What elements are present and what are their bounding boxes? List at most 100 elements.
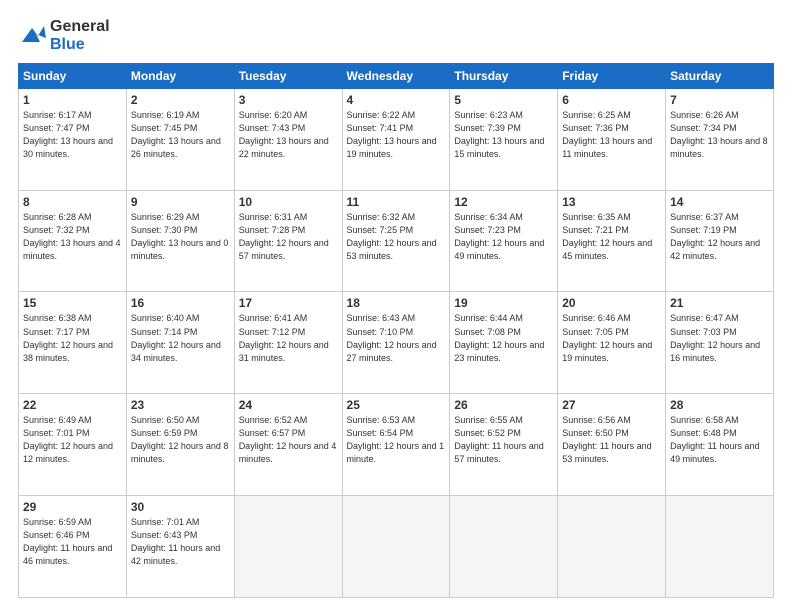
day-number: 28 <box>670 398 769 412</box>
day-number: 4 <box>347 93 446 107</box>
calendar-cell-22: 22 Sunrise: 6:49 AMSunset: 7:01 PMDaylig… <box>19 394 127 496</box>
calendar-cell-21: 21 Sunrise: 6:47 AMSunset: 7:03 PMDaylig… <box>666 292 774 394</box>
day-number: 29 <box>23 500 122 514</box>
cell-details: Sunrise: 6:22 AMSunset: 7:41 PMDaylight:… <box>347 110 437 159</box>
cell-details: Sunrise: 6:28 AMSunset: 7:32 PMDaylight:… <box>23 212 121 261</box>
header-monday: Monday <box>126 63 234 88</box>
day-number: 14 <box>670 195 769 209</box>
calendar-cell-23: 23 Sunrise: 6:50 AMSunset: 6:59 PMDaylig… <box>126 394 234 496</box>
calendar-cell-29: 29 Sunrise: 6:59 AMSunset: 6:46 PMDaylig… <box>19 496 127 598</box>
day-number: 19 <box>454 296 553 310</box>
header: General Blue <box>18 14 774 55</box>
day-number: 7 <box>670 93 769 107</box>
cell-details: Sunrise: 6:26 AMSunset: 7:34 PMDaylight:… <box>670 110 768 159</box>
day-number: 21 <box>670 296 769 310</box>
cell-details: Sunrise: 6:37 AMSunset: 7:19 PMDaylight:… <box>670 212 760 261</box>
day-number: 23 <box>131 398 230 412</box>
logo-text: General Blue <box>50 18 110 55</box>
day-number: 27 <box>562 398 661 412</box>
cell-details: Sunrise: 6:50 AMSunset: 6:59 PMDaylight:… <box>131 415 229 464</box>
empty-cell <box>558 496 666 598</box>
cell-details: Sunrise: 6:34 AMSunset: 7:23 PMDaylight:… <box>454 212 544 261</box>
cell-details: Sunrise: 6:38 AMSunset: 7:17 PMDaylight:… <box>23 313 113 362</box>
calendar-cell-27: 27 Sunrise: 6:56 AMSunset: 6:50 PMDaylig… <box>558 394 666 496</box>
day-number: 22 <box>23 398 122 412</box>
logo: General Blue <box>18 18 110 55</box>
calendar-cell-19: 19 Sunrise: 6:44 AMSunset: 7:08 PMDaylig… <box>450 292 558 394</box>
day-number: 9 <box>131 195 230 209</box>
calendar-cell-18: 18 Sunrise: 6:43 AMSunset: 7:10 PMDaylig… <box>342 292 450 394</box>
header-sunday: Sunday <box>19 63 127 88</box>
calendar-cell-30: 30 Sunrise: 7:01 AMSunset: 6:43 PMDaylig… <box>126 496 234 598</box>
cell-details: Sunrise: 6:31 AMSunset: 7:28 PMDaylight:… <box>239 212 329 261</box>
calendar-cell-26: 26 Sunrise: 6:55 AMSunset: 6:52 PMDaylig… <box>450 394 558 496</box>
weekday-header-row: Sunday Monday Tuesday Wednesday Thursday… <box>19 63 774 88</box>
cell-details: Sunrise: 6:29 AMSunset: 7:30 PMDaylight:… <box>131 212 229 261</box>
week-row-5: 29 Sunrise: 6:59 AMSunset: 6:46 PMDaylig… <box>19 496 774 598</box>
cell-details: Sunrise: 6:49 AMSunset: 7:01 PMDaylight:… <box>23 415 113 464</box>
calendar-cell-16: 16 Sunrise: 6:40 AMSunset: 7:14 PMDaylig… <box>126 292 234 394</box>
day-number: 3 <box>239 93 338 107</box>
cell-details: Sunrise: 7:01 AMSunset: 6:43 PMDaylight:… <box>131 517 220 566</box>
day-number: 17 <box>239 296 338 310</box>
cell-details: Sunrise: 6:19 AMSunset: 7:45 PMDaylight:… <box>131 110 221 159</box>
day-number: 18 <box>347 296 446 310</box>
calendar-cell-24: 24 Sunrise: 6:52 AMSunset: 6:57 PMDaylig… <box>234 394 342 496</box>
cell-details: Sunrise: 6:32 AMSunset: 7:25 PMDaylight:… <box>347 212 437 261</box>
cell-details: Sunrise: 6:55 AMSunset: 6:52 PMDaylight:… <box>454 415 543 464</box>
day-number: 30 <box>131 500 230 514</box>
cell-details: Sunrise: 6:46 AMSunset: 7:05 PMDaylight:… <box>562 313 652 362</box>
empty-cell <box>450 496 558 598</box>
day-number: 15 <box>23 296 122 310</box>
calendar-cell-15: 15 Sunrise: 6:38 AMSunset: 7:17 PMDaylig… <box>19 292 127 394</box>
day-number: 1 <box>23 93 122 107</box>
day-number: 8 <box>23 195 122 209</box>
calendar-cell-14: 14 Sunrise: 6:37 AMSunset: 7:19 PMDaylig… <box>666 190 774 292</box>
calendar-cell-8: 8 Sunrise: 6:28 AMSunset: 7:32 PMDayligh… <box>19 190 127 292</box>
calendar-cell-5: 5 Sunrise: 6:23 AMSunset: 7:39 PMDayligh… <box>450 88 558 190</box>
cell-details: Sunrise: 6:47 AMSunset: 7:03 PMDaylight:… <box>670 313 760 362</box>
day-number: 12 <box>454 195 553 209</box>
calendar-cell-17: 17 Sunrise: 6:41 AMSunset: 7:12 PMDaylig… <box>234 292 342 394</box>
day-number: 16 <box>131 296 230 310</box>
cell-details: Sunrise: 6:23 AMSunset: 7:39 PMDaylight:… <box>454 110 544 159</box>
calendar-cell-3: 3 Sunrise: 6:20 AMSunset: 7:43 PMDayligh… <box>234 88 342 190</box>
calendar-cell-20: 20 Sunrise: 6:46 AMSunset: 7:05 PMDaylig… <box>558 292 666 394</box>
cell-details: Sunrise: 6:53 AMSunset: 6:54 PMDaylight:… <box>347 415 445 464</box>
calendar-cell-1: 1 Sunrise: 6:17 AMSunset: 7:47 PMDayligh… <box>19 88 127 190</box>
header-thursday: Thursday <box>450 63 558 88</box>
cell-details: Sunrise: 6:59 AMSunset: 6:46 PMDaylight:… <box>23 517 112 566</box>
calendar-cell-4: 4 Sunrise: 6:22 AMSunset: 7:41 PMDayligh… <box>342 88 450 190</box>
empty-cell <box>342 496 450 598</box>
header-wednesday: Wednesday <box>342 63 450 88</box>
day-number: 2 <box>131 93 230 107</box>
header-saturday: Saturday <box>666 63 774 88</box>
cell-details: Sunrise: 6:52 AMSunset: 6:57 PMDaylight:… <box>239 415 337 464</box>
cell-details: Sunrise: 6:17 AMSunset: 7:47 PMDaylight:… <box>23 110 113 159</box>
calendar-cell-12: 12 Sunrise: 6:34 AMSunset: 7:23 PMDaylig… <box>450 190 558 292</box>
cell-details: Sunrise: 6:35 AMSunset: 7:21 PMDaylight:… <box>562 212 652 261</box>
week-row-2: 8 Sunrise: 6:28 AMSunset: 7:32 PMDayligh… <box>19 190 774 292</box>
header-friday: Friday <box>558 63 666 88</box>
calendar-cell-9: 9 Sunrise: 6:29 AMSunset: 7:30 PMDayligh… <box>126 190 234 292</box>
cell-details: Sunrise: 6:20 AMSunset: 7:43 PMDaylight:… <box>239 110 329 159</box>
calendar-table: Sunday Monday Tuesday Wednesday Thursday… <box>18 63 774 598</box>
week-row-3: 15 Sunrise: 6:38 AMSunset: 7:17 PMDaylig… <box>19 292 774 394</box>
calendar-cell-25: 25 Sunrise: 6:53 AMSunset: 6:54 PMDaylig… <box>342 394 450 496</box>
cell-details: Sunrise: 6:41 AMSunset: 7:12 PMDaylight:… <box>239 313 329 362</box>
header-tuesday: Tuesday <box>234 63 342 88</box>
day-number: 24 <box>239 398 338 412</box>
calendar-cell-11: 11 Sunrise: 6:32 AMSunset: 7:25 PMDaylig… <box>342 190 450 292</box>
page: General Blue Sunday Monday Tuesday Wedne… <box>0 0 792 612</box>
week-row-1: 1 Sunrise: 6:17 AMSunset: 7:47 PMDayligh… <box>19 88 774 190</box>
day-number: 10 <box>239 195 338 209</box>
week-row-4: 22 Sunrise: 6:49 AMSunset: 7:01 PMDaylig… <box>19 394 774 496</box>
empty-cell <box>666 496 774 598</box>
cell-details: Sunrise: 6:58 AMSunset: 6:48 PMDaylight:… <box>670 415 759 464</box>
cell-details: Sunrise: 6:43 AMSunset: 7:10 PMDaylight:… <box>347 313 437 362</box>
cell-details: Sunrise: 6:25 AMSunset: 7:36 PMDaylight:… <box>562 110 652 159</box>
cell-details: Sunrise: 6:40 AMSunset: 7:14 PMDaylight:… <box>131 313 221 362</box>
calendar-cell-28: 28 Sunrise: 6:58 AMSunset: 6:48 PMDaylig… <box>666 394 774 496</box>
day-number: 26 <box>454 398 553 412</box>
empty-cell <box>234 496 342 598</box>
